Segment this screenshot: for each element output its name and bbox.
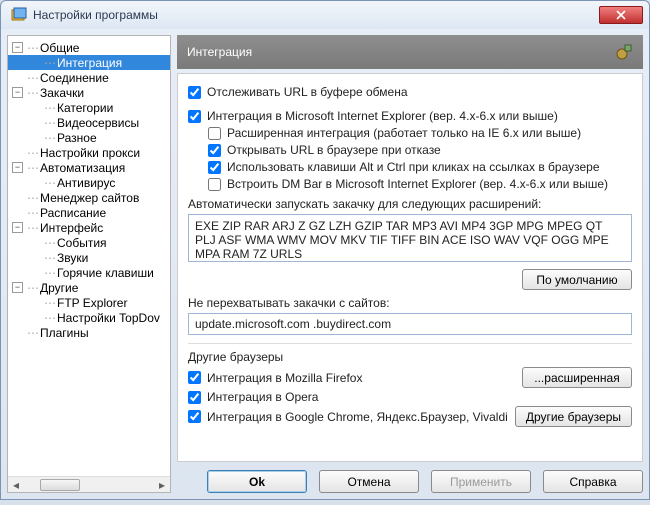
tree-toggle-icon[interactable]: − (12, 162, 23, 173)
ie-option-label: Встроить DM Bar в Microsoft Internet Exp… (227, 177, 608, 191)
tree-item[interactable]: ⋯Звуки (8, 250, 170, 265)
skip-sites-label: Не перехватывать закачки с сайтов: (188, 296, 632, 310)
skip-sites-input[interactable] (188, 313, 632, 335)
tree-item[interactable]: ⋯Плагины (8, 325, 170, 340)
ie-option-checkbox[interactable] (208, 178, 221, 191)
tree-item[interactable]: ⋯Настройки TopDov (8, 310, 170, 325)
ie-option-checkbox[interactable] (208, 144, 221, 157)
tree-item-label: Видеосервисы (57, 116, 139, 130)
cancel-button[interactable]: Отмена (319, 470, 419, 493)
tree-item-label: Закачки (40, 86, 84, 100)
tree-item[interactable]: ⋯Менеджер сайтов (8, 190, 170, 205)
ie-option-label: Открывать URL в браузере при отказе (227, 143, 441, 157)
tree-item-label: Общие (40, 41, 79, 55)
auto-extensions-label: Автоматически запускать закачку для след… (188, 197, 632, 211)
tree-item-label: Соединение (40, 71, 109, 85)
tree-item-label: Разное (57, 131, 97, 145)
tree-item[interactable]: −⋯Закачки (8, 85, 170, 100)
apply-button[interactable]: Применить (431, 470, 531, 493)
tree-item-label: Категории (57, 101, 113, 115)
tree-item[interactable]: ⋯Категории (8, 100, 170, 115)
tree-item-label: Интеграция (57, 56, 122, 70)
ie-option-checkbox[interactable] (208, 161, 221, 174)
scroll-thumb[interactable] (40, 479, 80, 491)
browser-label: Интеграция в Google Chrome, Яндекс.Брауз… (207, 410, 508, 424)
tree-item-label: Настройки прокси (40, 146, 140, 160)
browser-checkbox[interactable] (188, 391, 201, 404)
window-title: Настройки программы (33, 8, 158, 22)
tree-item-label: Горячие клавиши (57, 266, 154, 280)
tree-item[interactable]: ⋯Расписание (8, 205, 170, 220)
ok-button[interactable]: Ok (207, 470, 307, 493)
tree-toggle-icon[interactable]: − (12, 282, 23, 293)
tree-item[interactable]: ⋯Антивирус (8, 175, 170, 190)
ie-integration-checkbox[interactable] (188, 110, 201, 123)
tree-item-label: Антивирус (57, 176, 115, 190)
close-button[interactable] (599, 6, 643, 24)
tree-item[interactable]: −⋯Общие (8, 40, 170, 55)
monitor-clipboard-checkbox[interactable] (188, 86, 201, 99)
browser-label: Интеграция в Mozilla Firefox (207, 371, 362, 385)
tree-toggle-icon[interactable]: − (12, 87, 23, 98)
ie-option-label: Использовать клавиши Alt и Ctrl при клик… (227, 160, 600, 174)
ie-option-checkbox[interactable] (208, 127, 221, 140)
browser-checkbox[interactable] (188, 410, 201, 423)
auto-extensions-input[interactable]: EXE ZIP RAR ARJ Z GZ LZH GZIP TAR MP3 AV… (188, 214, 632, 262)
tree-item[interactable]: ⋯Настройки прокси (8, 145, 170, 160)
tree-item-label: Менеджер сайтов (40, 191, 139, 205)
other-browsers-header: Другие браузеры (188, 350, 632, 364)
tree-item[interactable]: −⋯Автоматизация (8, 160, 170, 175)
tree-toggle-icon[interactable]: − (12, 222, 23, 233)
scroll-left-icon[interactable]: ◂ (8, 477, 24, 493)
tree-item-label: Автоматизация (40, 161, 125, 175)
divider (188, 343, 632, 344)
tree-item-label: Другие (40, 281, 78, 295)
help-button[interactable]: Справка (543, 470, 643, 493)
tree-item[interactable]: ⋯Горячие клавиши (8, 265, 170, 280)
tree-item-label: Интерфейс (40, 221, 103, 235)
tree-item[interactable]: ⋯FTP Explorer (8, 295, 170, 310)
monitor-clipboard-label: Отслеживать URL в буфере обмена (207, 85, 408, 99)
panel-title: Интеграция (187, 45, 252, 59)
tree-item-label: Расписание (40, 206, 106, 220)
tree-hscroll[interactable]: ◂ ▸ (8, 476, 170, 492)
tree-item[interactable]: ⋯Соединение (8, 70, 170, 85)
tree-item-label: Звуки (57, 251, 88, 265)
panel-header: Интеграция (177, 35, 643, 69)
tree-toggle-icon[interactable]: − (12, 42, 23, 53)
tree-item-label: Настройки TopDov (57, 311, 160, 325)
tree-item-label: FTP Explorer (57, 296, 127, 310)
gear-plug-icon (615, 43, 633, 61)
browser-extra-button[interactable]: ...расширенная (522, 367, 632, 388)
tree-item[interactable]: ⋯Видеосервисы (8, 115, 170, 130)
tree-item[interactable]: −⋯Интерфейс (8, 220, 170, 235)
browser-extra-button[interactable]: Другие браузеры (515, 406, 632, 427)
browser-checkbox[interactable] (188, 371, 201, 384)
app-icon (11, 7, 27, 23)
tree-item[interactable]: ⋯Разное (8, 130, 170, 145)
scroll-right-icon[interactable]: ▸ (154, 477, 170, 493)
ie-integration-label: Интеграция в Microsoft Internet Explorer… (207, 109, 558, 123)
tree-item-label: События (57, 236, 107, 250)
nav-tree[interactable]: −⋯Общие⋯Интеграция⋯Соединение−⋯Закачки⋯К… (7, 35, 171, 493)
tree-item[interactable]: ⋯Интеграция (8, 55, 170, 70)
tree-item-label: Плагины (40, 326, 89, 340)
browser-label: Интеграция в Opera (207, 390, 318, 404)
tree-item[interactable]: −⋯Другие (8, 280, 170, 295)
default-button[interactable]: По умолчанию (522, 269, 632, 290)
titlebar: Настройки программы (1, 1, 649, 29)
ie-option-label: Расширенная интеграция (работает только … (227, 126, 581, 140)
tree-item[interactable]: ⋯События (8, 235, 170, 250)
